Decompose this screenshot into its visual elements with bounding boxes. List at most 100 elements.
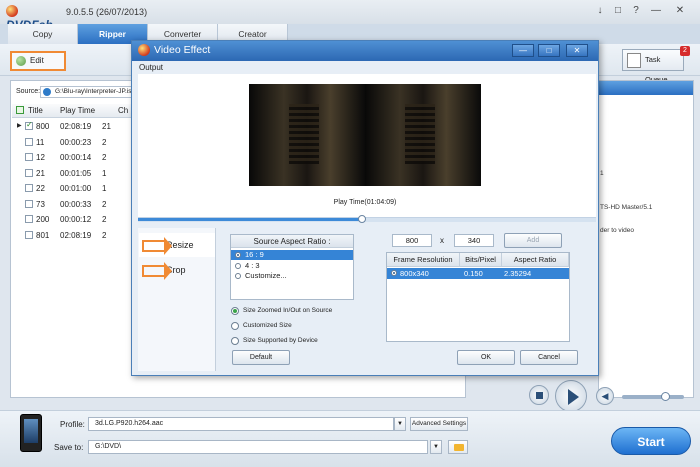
- title-checkbox[interactable]: [25, 230, 33, 239]
- dialog-minimize-button[interactable]: —: [512, 44, 534, 57]
- task-queue-button[interactable]: Task Queue: [622, 49, 684, 84]
- table-row[interactable]: ▶ 800 02:08:19 21: [12, 119, 135, 134]
- add-resolution-button[interactable]: Add: [504, 233, 562, 248]
- cell-title: 800: [36, 122, 50, 131]
- table-row[interactable]: 22 00:01:00 1: [12, 181, 135, 196]
- column-chapters[interactable]: Ch: [118, 106, 128, 115]
- cell-title: 11: [36, 137, 45, 147]
- download-icon[interactable]: ↓: [592, 4, 608, 18]
- table-row[interactable]: 73 00:00:33 2: [12, 197, 135, 212]
- cell-bits-per-pixel: 0.150: [464, 269, 483, 278]
- table-row[interactable]: 11 00:00:23 2: [12, 135, 135, 150]
- size-option-customized[interactable]: Customized Size: [231, 320, 292, 332]
- cell-title: 200: [36, 215, 50, 224]
- volume-slider-handle[interactable]: [661, 392, 670, 401]
- save-to-field[interactable]: G:\DVD\: [88, 440, 428, 454]
- radio-icon: [231, 337, 239, 345]
- aspect-option-label: Customize...: [245, 271, 287, 280]
- dialog-maximize-button[interactable]: □: [538, 44, 560, 57]
- cell-title: 22: [36, 184, 45, 193]
- table-row[interactable]: 200 00:00:12 2: [12, 212, 135, 227]
- title-checkbox[interactable]: [25, 168, 33, 177]
- table-row[interactable]: 12 00:00:14 2: [12, 150, 135, 165]
- help-icon[interactable]: ?: [628, 4, 644, 18]
- title-checkbox[interactable]: [25, 137, 33, 146]
- tab-copy[interactable]: Copy: [8, 24, 78, 44]
- height-input[interactable]: 340: [454, 234, 494, 247]
- default-button[interactable]: Default: [232, 350, 290, 365]
- size-option-device[interactable]: Size Supported by Device: [231, 335, 318, 347]
- info-panel: [598, 80, 694, 398]
- title-checkbox[interactable]: [25, 120, 33, 130]
- settings-icon[interactable]: □: [610, 4, 626, 18]
- browse-folder-icon[interactable]: [448, 440, 468, 454]
- aspect-option-16-9[interactable]: 16 : 9: [231, 250, 353, 260]
- title-checkbox[interactable]: [25, 199, 33, 208]
- close-button[interactable]: ✕: [672, 4, 688, 18]
- aspect-option-customize[interactable]: Customize...: [231, 271, 353, 281]
- title-checkbox[interactable]: [25, 184, 33, 192]
- output-label: Output: [139, 63, 164, 72]
- cell-chapters: 2: [102, 137, 107, 147]
- task-queue-icon: [627, 53, 641, 68]
- cell-chapters: 1: [102, 168, 107, 178]
- advanced-settings-button[interactable]: Advanced Settings: [410, 417, 468, 431]
- profile-dropdown-icon[interactable]: ▼: [394, 417, 406, 431]
- minimize-button[interactable]: —: [648, 4, 664, 18]
- cell-chapters: 21: [102, 122, 111, 131]
- dvdfab-logo-icon: [6, 5, 18, 17]
- cell-title: 21: [36, 168, 45, 178]
- radio-icon: [231, 307, 239, 315]
- column-aspect-ratio: Aspect Ratio: [502, 253, 569, 267]
- cell-play-time: 02:08:19: [60, 230, 92, 240]
- size-option-label: Size Zoomed In/Out on Source: [243, 307, 333, 314]
- edit-label: Edit: [30, 56, 44, 65]
- volume-slider[interactable]: [622, 392, 684, 401]
- seek-bar-progress: [138, 218, 362, 221]
- column-play-time[interactable]: Play Time: [60, 106, 95, 115]
- aspect-option-label: 16 : 9: [245, 250, 264, 259]
- source-row: Source: G:\Blu-ray\Interpreter-JP.iso: [14, 86, 146, 98]
- dimension-separator: x: [440, 236, 444, 245]
- info-text: der to video: [600, 227, 634, 234]
- cell-play-time: 00:01:05: [60, 168, 92, 178]
- size-option-zoomed[interactable]: Size Zoomed In/Out on Source: [231, 305, 332, 317]
- width-input[interactable]: 800: [392, 234, 432, 247]
- column-title[interactable]: Title: [28, 106, 43, 115]
- stop-button[interactable]: [529, 385, 549, 405]
- video-preview-frame: [249, 84, 481, 186]
- seek-bar-handle[interactable]: [358, 215, 366, 223]
- info-text: 1: [600, 170, 604, 177]
- save-to-dropdown-icon[interactable]: ▼: [430, 440, 442, 454]
- radio-icon: [235, 273, 241, 279]
- aspect-option-4-3[interactable]: 4 : 3: [231, 261, 353, 271]
- ok-button[interactable]: OK: [457, 350, 515, 365]
- tab-crop[interactable]: Crop: [139, 258, 215, 282]
- dialog-app-icon: [138, 44, 150, 56]
- size-option-label: Customized Size: [243, 322, 292, 329]
- title-checkbox[interactable]: [25, 215, 33, 223]
- profile-field[interactable]: 3d.LG.P920.h264.aac: [88, 417, 394, 431]
- edit-button[interactable]: Edit: [10, 51, 66, 71]
- title-checkbox[interactable]: [25, 153, 33, 161]
- cancel-button[interactable]: Cancel: [520, 350, 578, 365]
- current-row-arrow-icon: ▶: [17, 123, 22, 129]
- column-bits-per-pixel: Bits/Pixel: [460, 253, 502, 267]
- table-row[interactable]: 800x340 0.150 2.35294: [387, 268, 569, 279]
- cell-chapters: 2: [102, 215, 107, 224]
- cell-play-time: 02:08:19: [60, 122, 92, 131]
- table-row[interactable]: 801 02:08:19 2: [12, 228, 135, 243]
- volume-icon[interactable]: ◀: [596, 387, 614, 405]
- cell-chapters: 1: [102, 184, 107, 193]
- tab-resize[interactable]: Resize: [139, 233, 215, 257]
- start-button[interactable]: Start: [611, 427, 691, 455]
- cell-play-time: 00:00:14: [60, 153, 92, 162]
- app-version: 9.0.5.5 (26/07/2013): [66, 7, 148, 17]
- radio-icon: [235, 252, 241, 258]
- dialog-close-button[interactable]: ✕: [566, 44, 588, 57]
- table-row[interactable]: 21 00:01:05 1: [12, 166, 135, 181]
- app-logo: DVDFab: [6, 4, 66, 32]
- select-all-checkbox[interactable]: [16, 106, 24, 114]
- info-text: TS-HD Master/5.1: [600, 204, 653, 211]
- play-button[interactable]: [555, 380, 587, 412]
